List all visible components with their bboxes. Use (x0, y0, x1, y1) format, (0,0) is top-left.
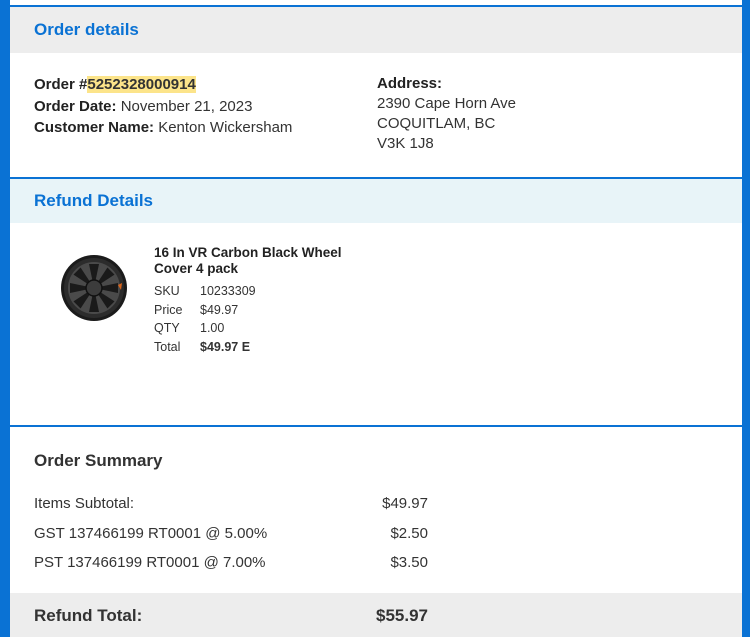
address-block: Address: 2390 Cape Horn Ave COQUITLAM, B… (377, 74, 516, 154)
order-details-header: Order details (10, 7, 742, 53)
total-label: Total (154, 339, 181, 354)
refund-details-title: Refund Details (34, 191, 154, 210)
total-value: $49.97 E (200, 339, 251, 354)
section-divider (10, 425, 742, 427)
order-number-line: Order #5252328000914 (34, 74, 292, 96)
address-line: 2390 Cape Horn Ave (377, 95, 516, 112)
refund-total-bar: Refund Total: $55.97 (10, 593, 742, 637)
item-attributes: SKU 10233309 Price $49.97 QTY 1.00 Total… (154, 284, 364, 355)
customer-name-line: Customer Name: Kenton Wickersham (34, 117, 292, 139)
customer-name: Kenton Wickersham (158, 119, 293, 136)
order-summary-title: Order Summary (34, 451, 163, 470)
sku-value: 10233309 (200, 284, 256, 298)
order-date-label: Order Date: (34, 97, 117, 115)
summary-label: PST 137466199 RT0001 @ 7.00% (34, 554, 266, 571)
order-date-line: Order Date: November 21, 2023 (34, 96, 292, 118)
item-name[interactable]: 16 In VR Carbon Black Wheel Cover 4 pack (154, 245, 364, 277)
address-label: Address: (377, 75, 443, 92)
summary-label: Items Subtotal: (34, 495, 135, 512)
order-details-title: Order details (34, 20, 139, 39)
summary-value: $3.50 (390, 554, 428, 571)
summary-row-gst: GST 137466199 RT0001 @ 5.00% $2.50 (34, 525, 428, 542)
price-value: $49.97 (200, 302, 239, 317)
refund-details-header: Refund Details (10, 177, 742, 223)
summary-value: $2.50 (390, 525, 428, 542)
refund-total-row: Refund Total: $55.97 (34, 606, 428, 626)
order-number-label: Order # (34, 76, 88, 93)
refund-email-panel: Order details Order #5252328000914 Order… (0, 0, 750, 637)
refund-item: 16 In VR Carbon Black Wheel Cover 4 pack… (154, 245, 364, 355)
summary-value: $49.97 (382, 495, 428, 512)
wheel-cover-image (58, 252, 130, 324)
summary-row-pst: PST 137466199 RT0001 @ 7.00% $3.50 (34, 554, 428, 571)
order-date: November 21, 2023 (120, 97, 253, 115)
customer-name-label: Customer Name: (34, 119, 155, 136)
address-line: COQUITLAM, BC (377, 115, 496, 132)
summary-row-subtotal: Items Subtotal: $49.97 (34, 495, 428, 512)
summary-label: GST 137466199 RT0001 @ 5.00% (34, 525, 268, 542)
refund-total-value: $55.97 (376, 606, 428, 625)
address-line: V3K 1J8 (377, 135, 434, 152)
price-label: Price (154, 302, 183, 317)
qty-value: 1.00 (200, 321, 225, 335)
sku-label: SKU (154, 284, 180, 298)
qty-label: QTY (154, 321, 180, 335)
order-info: Order #5252328000914 Order Date: Novembe… (34, 74, 292, 139)
order-number[interactable]: 5252328000914 (87, 76, 196, 93)
refund-total-label: Refund Total: (34, 606, 143, 625)
